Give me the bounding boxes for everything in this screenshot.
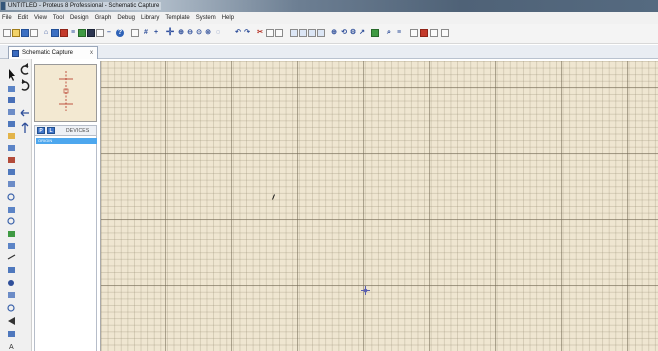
devices-header: P L DEVICES: [34, 125, 97, 136]
redo-icon[interactable]: ↷: [243, 29, 251, 37]
zoom-in-icon[interactable]: ⊕: [177, 29, 185, 37]
main-toolbar: ⌂ ≡ – ? # + ✛ ⊕ ⊖ ⊙ ⊚ ◌ ↶ ↷ ✂ ⊕ ⟲ ⚙ ↗ ⌕ …: [0, 24, 658, 44]
zoom-all-icon[interactable]: ⊙: [195, 29, 203, 37]
pencil-cursor-icon: [272, 194, 275, 200]
pick-device-icon[interactable]: ⊕: [330, 29, 338, 37]
exit-to-parent-icon[interactable]: [441, 29, 449, 37]
menu-tool[interactable]: Tool: [53, 15, 64, 21]
tab-bar: Schematic Capture x: [0, 45, 658, 59]
zoom-out-icon[interactable]: ⊖: [186, 29, 194, 37]
menu-file[interactable]: File: [2, 15, 12, 21]
menu-debug[interactable]: Debug: [117, 15, 135, 21]
home-icon[interactable]: ⌂: [42, 29, 50, 37]
menu-graph[interactable]: Graph: [95, 15, 112, 21]
block-delete-icon[interactable]: [317, 29, 325, 37]
device-list[interactable]: ORIGIN: [34, 136, 97, 351]
packaging-icon[interactable]: ⚙: [349, 29, 357, 37]
title-bar: UNTITLED - Proteus 8 Professional - Sche…: [0, 0, 658, 12]
tab-label: Schematic Capture: [22, 50, 74, 56]
menu-edit[interactable]: Edit: [18, 15, 28, 21]
3d-icon[interactable]: [87, 29, 95, 37]
menu-bar: File Edit View Tool Design Graph Debug L…: [0, 12, 658, 24]
undo-icon[interactable]: ↶: [234, 29, 242, 37]
pick-device-button[interactable]: P: [37, 127, 45, 134]
app-icon: [1, 2, 5, 10]
tab-schematic-capture[interactable]: Schematic Capture x: [8, 46, 98, 59]
devices-label: DEVICES: [66, 127, 90, 134]
cut-icon[interactable]: ✂: [256, 29, 264, 37]
menu-design[interactable]: Design: [70, 15, 89, 21]
origin-icon[interactable]: +: [152, 29, 160, 37]
pcb-icon[interactable]: [60, 29, 68, 37]
property-assignment-icon[interactable]: ≡: [395, 29, 403, 37]
menu-view[interactable]: View: [34, 15, 47, 21]
minimize-icon[interactable]: –: [105, 29, 113, 37]
menu-help[interactable]: Help: [222, 15, 234, 21]
overview-preview[interactable]: [34, 64, 97, 122]
copy-icon[interactable]: [266, 29, 274, 37]
schematic-canvas[interactable]: [100, 61, 658, 351]
grid-icon[interactable]: #: [142, 29, 150, 37]
remove-sheet-icon[interactable]: [430, 29, 438, 37]
zoom-window-icon[interactable]: ◌: [214, 29, 222, 37]
close-icon[interactable]: x: [90, 50, 93, 56]
window-title: UNTITLED - Proteus 8 Professional - Sche…: [6, 2, 162, 10]
new-sheet-icon[interactable]: [420, 29, 428, 37]
decompose-icon[interactable]: ↗: [358, 29, 366, 37]
mode-toolbar: A: [0, 59, 32, 351]
gerber-icon[interactable]: ≡: [69, 29, 77, 37]
device-list-item[interactable]: ORIGIN: [36, 138, 97, 144]
mode-icons-strip[interactable]: A: [0, 59, 16, 351]
menu-system[interactable]: System: [196, 15, 216, 21]
refresh-icon[interactable]: [131, 29, 139, 37]
svg-text:A: A: [9, 344, 14, 351]
menu-library[interactable]: Library: [141, 15, 159, 21]
help-icon[interactable]: ?: [116, 29, 124, 37]
make-device-icon[interactable]: ⟲: [340, 29, 348, 37]
import-icon[interactable]: [30, 29, 38, 37]
schematic-icon: [12, 49, 19, 57]
search-icon[interactable]: ⌕: [385, 29, 393, 37]
block-copy-icon[interactable]: [290, 29, 298, 37]
rotate-mirror-icons[interactable]: [18, 59, 32, 139]
origin-marker-icon: [361, 286, 370, 295]
menu-template[interactable]: Template: [165, 15, 189, 21]
open-icon[interactable]: [12, 29, 20, 37]
zoom-area-icon[interactable]: ⊚: [204, 29, 212, 37]
wire-autorouter-icon[interactable]: [371, 29, 379, 37]
save-icon[interactable]: [21, 29, 29, 37]
preview-origin-icon: [59, 71, 73, 111]
library-button[interactable]: L: [47, 127, 55, 134]
block-rotate-icon[interactable]: [308, 29, 316, 37]
paste-icon[interactable]: [275, 29, 283, 37]
pan-icon[interactable]: ✛: [166, 28, 174, 38]
bom-icon[interactable]: [78, 29, 86, 37]
schematic-icon[interactable]: [51, 29, 59, 37]
new-icon[interactable]: [3, 29, 11, 37]
block-move-icon[interactable]: [299, 29, 307, 37]
design-explorer-icon[interactable]: [410, 29, 418, 37]
notes-icon[interactable]: [96, 29, 104, 37]
